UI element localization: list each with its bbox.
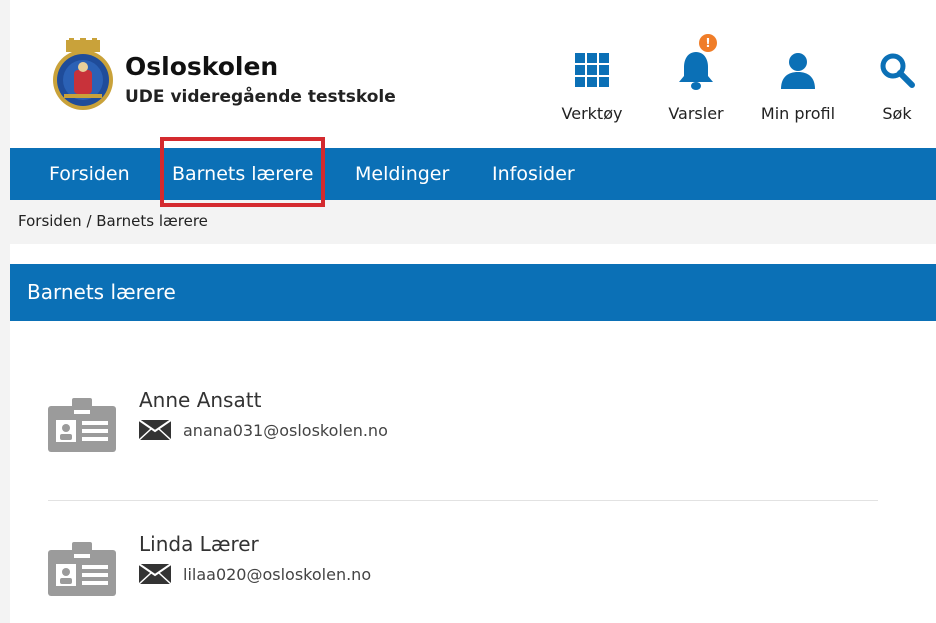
teacher-email: lilaa020@osloskolen.no <box>183 564 372 584</box>
id-badge-icon <box>48 398 116 452</box>
bell-icon <box>679 52 713 90</box>
org-name[interactable]: Osloskolen <box>125 52 278 81</box>
teacher-email: anana031@osloskolen.no <box>183 420 388 440</box>
teacher-name: Linda Lærer <box>139 532 259 556</box>
panel-title: Barnets lærere <box>10 264 936 321</box>
site-header: Osloskolen UDE videregående testskole Ve… <box>10 0 936 148</box>
user-icon <box>781 53 815 89</box>
id-badge-icon <box>48 542 116 596</box>
search-button[interactable]: Søk <box>872 40 922 123</box>
nav-item-meldinger[interactable]: Meldinger <box>355 148 449 200</box>
main-nav: Forsiden Barnets lærere Meldinger Infosi… <box>10 148 936 200</box>
notifications-label: Varsler <box>668 104 724 123</box>
highlight-box <box>160 137 325 207</box>
oslo-crest-logo[interactable] <box>52 38 114 112</box>
breadcrumb: Forsiden / Barnets lærere <box>18 212 208 230</box>
notification-badge: ! <box>699 34 717 52</box>
nav-item-forsiden[interactable]: Forsiden <box>49 148 130 200</box>
profile-button[interactable]: Min profil <box>752 40 844 123</box>
tools-label: Verktøy <box>561 104 623 123</box>
teacher-name: Anne Ansatt <box>139 388 262 412</box>
notifications-button[interactable]: ! Varsler <box>651 34 741 123</box>
teacher-email-link[interactable]: lilaa020@osloskolen.no <box>139 564 371 584</box>
school-name: UDE videregående testskole <box>125 87 396 107</box>
search-label: Søk <box>882 104 912 123</box>
teacher-email-link[interactable]: anana031@osloskolen.no <box>139 420 388 440</box>
tools-button[interactable]: Verktøy <box>548 40 636 123</box>
envelope-icon <box>139 420 171 440</box>
grid-icon <box>575 53 609 87</box>
search-icon <box>880 53 915 88</box>
profile-label: Min profil <box>760 104 836 123</box>
envelope-icon <box>139 564 171 584</box>
nav-item-infosider[interactable]: Infosider <box>492 148 575 200</box>
divider <box>48 500 878 501</box>
